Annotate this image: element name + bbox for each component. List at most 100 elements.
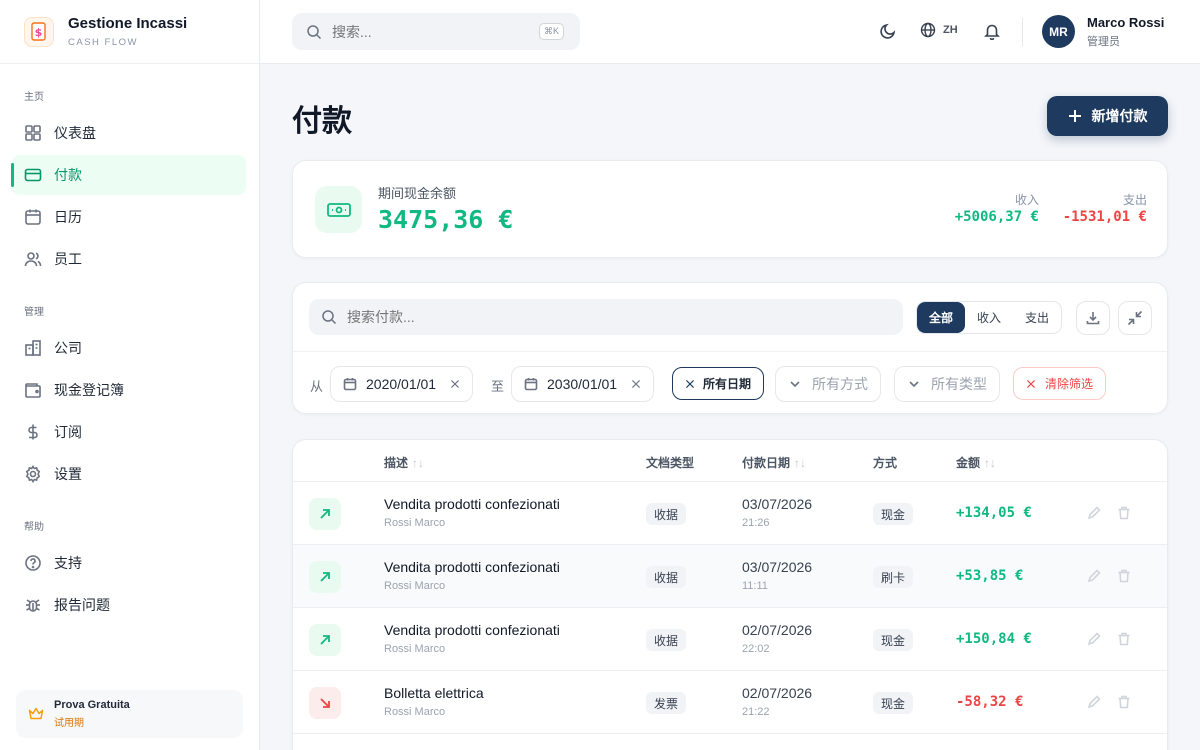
brand-subtitle: CASH FLOW [68, 37, 138, 48]
type-filter[interactable]: 所有类型 [894, 366, 1000, 402]
theme-toggle-button[interactable] [879, 22, 897, 45]
sidebar-item-label: 报告问题 [54, 597, 110, 613]
global-search[interactable]: ⌘K [292, 13, 580, 50]
row-description: Vendita prodotti confezionati [384, 559, 560, 575]
sidebar-item-label: 员工 [54, 251, 82, 267]
sidebar-item-label: 支持 [54, 555, 82, 571]
calendar-icon [343, 378, 357, 391]
building-icon [25, 340, 41, 356]
row-amount: +134,05 € [956, 505, 1032, 521]
edit-button[interactable] [1087, 506, 1101, 525]
collapse-filters-button[interactable] [1118, 301, 1152, 335]
method-badge: 刷卡 [873, 566, 914, 588]
to-date-value: 2030/01/01 [547, 376, 618, 392]
delete-button[interactable] [1117, 506, 1131, 525]
sidebar-item-dashboard[interactable]: 仪表盘 [12, 113, 246, 153]
method-filter-label: 所有方式 [812, 376, 868, 392]
sidebar-item-subscription[interactable]: 订阅 [12, 412, 246, 452]
table-row[interactable]: Vendita prodotti confezionati Rossi Marc… [293, 608, 1167, 671]
row-amount: -58,32 € [956, 694, 1024, 710]
language-code: ZH [943, 24, 958, 36]
pencil-icon [1087, 695, 1101, 709]
payment-search[interactable] [309, 299, 903, 335]
clear-from-date-icon[interactable] [450, 379, 460, 389]
sidebar-item-payments[interactable]: 付款 [11, 155, 246, 195]
clear-filters-button[interactable]: 清除筛选 [1013, 367, 1107, 400]
clear-to-date-icon[interactable] [631, 379, 641, 389]
row-time: 21:26 [742, 517, 770, 529]
notifications-button[interactable] [983, 22, 1001, 45]
sidebar-item-cash-register[interactable]: 现金登记簿 [12, 370, 246, 410]
row-description: Bolletta elettrica [384, 685, 484, 701]
column-header-description[interactable]: 描述 ↑↓ [384, 454, 424, 471]
row-person: Rossi Marco [384, 706, 446, 718]
row-person: Rossi Marco [384, 517, 446, 529]
edit-button[interactable] [1087, 632, 1101, 651]
all-dates-filter[interactable]: 所有日期 [672, 367, 765, 400]
brand[interactable]: $ Gestione Incassi CASH FLOW [0, 0, 259, 64]
from-date-picker[interactable]: 2020/01/01 [330, 366, 474, 402]
to-label: 至 [491, 379, 505, 394]
sort-icon: ↑↓ [984, 456, 997, 470]
delete-button[interactable] [1117, 695, 1131, 714]
income-label: 收入 [1014, 193, 1039, 207]
gear-icon [25, 465, 41, 483]
search-icon [307, 24, 322, 39]
payment-search-input[interactable] [347, 309, 887, 325]
global-search-input[interactable] [332, 23, 522, 40]
all-dates-label: 所有日期 [703, 377, 752, 391]
method-badge: 现金 [873, 503, 914, 525]
row-person: Rossi Marco [384, 643, 446, 655]
column-header-doc-type: 文档类型 [646, 456, 695, 470]
sidebar-item-settings[interactable]: 设置 [12, 454, 246, 494]
segment-all[interactable]: 全部 [917, 302, 966, 333]
delete-button[interactable] [1117, 632, 1131, 651]
trash-icon [1118, 569, 1130, 583]
to-date-picker[interactable]: 2030/01/01 [511, 366, 655, 402]
sidebar-item-report-issue[interactable]: 报告问题 [12, 585, 246, 625]
edit-button[interactable] [1087, 695, 1101, 714]
sidebar-item-calendar[interactable]: 日历 [12, 197, 246, 237]
trial-status: 试用期 [54, 718, 84, 729]
row-date: 03/07/2026 [742, 496, 813, 512]
search-icon [322, 310, 337, 325]
section-label-main: 主页 [24, 92, 44, 103]
row-amount: +150,84 € [956, 631, 1032, 647]
new-payment-button[interactable]: 新增付款 [1047, 96, 1168, 136]
sidebar-item-company[interactable]: 公司 [12, 328, 246, 368]
pencil-icon [1087, 569, 1101, 583]
topbar-divider [1022, 18, 1023, 46]
filters-card: 全部 收入 支出 从 2020/01/01 至 2030/01/01 所有日期 … [292, 282, 1168, 414]
export-button[interactable] [1076, 301, 1110, 335]
bug-icon [26, 599, 40, 612]
trial-title: Prova Gratuita [54, 699, 130, 711]
method-filter[interactable]: 所有方式 [775, 366, 881, 402]
delete-button[interactable] [1117, 569, 1131, 588]
row-person: Rossi Marco [384, 580, 446, 592]
download-icon [1086, 312, 1100, 325]
column-header-date[interactable]: 付款日期 ↑↓ [742, 454, 806, 471]
column-header-amount[interactable]: 金额 ↑↓ [956, 454, 996, 471]
income-value: +5006,37 € [954, 209, 1039, 225]
expense-value: -1531,01 € [1062, 209, 1147, 225]
language-switcher[interactable]: ZH [920, 22, 958, 38]
sidebar-item-employees[interactable]: 员工 [12, 239, 246, 279]
trash-icon [1118, 506, 1130, 520]
sidebar-item-support[interactable]: 支持 [12, 543, 246, 583]
segment-income[interactable]: 收入 [965, 302, 1013, 333]
filters-divider [293, 351, 1167, 352]
edit-button[interactable] [1087, 569, 1101, 588]
svg-text:$: $ [35, 26, 43, 39]
segment-expense[interactable]: 支出 [1013, 302, 1061, 333]
table-row[interactable]: Vendita prodotti confezionati Rossi Marc… [293, 482, 1167, 545]
avatar[interactable]: MR [1042, 15, 1075, 48]
table-row[interactable]: Vendita prodotti confezionati Rossi Marc… [293, 545, 1167, 608]
pencil-icon [1087, 632, 1101, 646]
table-row[interactable]: Bolletta elettrica Rossi Marco 发票 02/07/… [293, 671, 1167, 734]
trial-card[interactable]: Prova Gratuita 试用期 [16, 690, 243, 738]
minimize-icon [1127, 310, 1143, 326]
sidebar-item-label: 公司 [54, 340, 82, 356]
user-name[interactable]: Marco Rossi [1087, 15, 1164, 30]
balance-card: 期间现金余额 3475,36 € 收入 +5006,37 € 支出 -1531,… [292, 160, 1168, 258]
bell-icon [984, 24, 1000, 41]
